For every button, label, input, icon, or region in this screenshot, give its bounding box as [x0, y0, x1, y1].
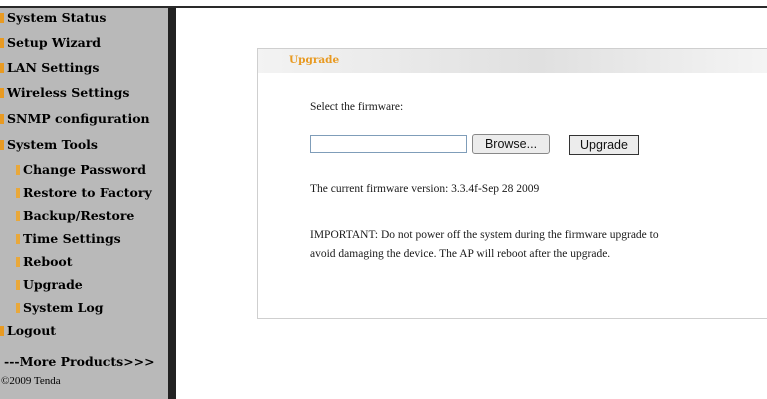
important-notice-line-2: avoid damaging the device. The AP will r… [310, 248, 611, 260]
sidebar-item-label: Backup/Restore [23, 208, 135, 223]
firmware-version-text: The current firmware version: 3.3.4f-Sep… [310, 183, 540, 195]
more-products-link[interactable]: ---More Products>>> [4, 354, 155, 369]
sidebar-item-system-tools[interactable]: System Tools [0, 137, 98, 153]
sidebar-item-time-settings[interactable]: Time Settings [16, 231, 121, 247]
bullet-icon [16, 187, 20, 198]
sidebar-item-system-log[interactable]: System Log [16, 300, 104, 316]
sidebar-item-label: Change Password [23, 162, 146, 177]
sidebar-item-change-password[interactable]: Change Password [16, 162, 146, 178]
upgrade-panel: Upgrade Select the firmware: Browse... U… [257, 48, 767, 319]
bullet-icon [16, 302, 20, 313]
sidebar-item-label: System Log [23, 300, 104, 315]
select-firmware-label: Select the firmware: [310, 101, 404, 113]
bullet-icon [0, 325, 4, 336]
sidebar-item-upgrade[interactable]: Upgrade [16, 277, 83, 293]
sidebar-item-wireless-settings[interactable]: Wireless Settings [0, 85, 129, 101]
sidebar-divider [168, 8, 176, 399]
copyright: ©2009 Tenda [1, 375, 61, 387]
upgrade-button[interactable]: Upgrade [569, 135, 639, 155]
sidebar-item-label: System Status [7, 10, 107, 25]
sidebar-item-label: Restore to Factory [23, 185, 152, 200]
sidebar-item-label: System Tools [7, 137, 98, 152]
sidebar-item-system-status[interactable]: System Status [0, 10, 106, 26]
sidebar-item-reboot[interactable]: Reboot [16, 254, 73, 270]
sidebar: System Status Setup Wizard LAN Settings Wir… [0, 8, 168, 399]
bullet-icon [16, 256, 20, 267]
browse-button[interactable]: Browse... [472, 134, 550, 154]
sidebar-item-lan-settings[interactable]: LAN Settings [0, 60, 99, 76]
panel-title: Upgrade [289, 54, 340, 66]
bullet-icon [16, 279, 20, 290]
sidebar-item-label: Upgrade [23, 277, 83, 292]
bullet-icon [0, 37, 4, 48]
sidebar-item-snmp-configuration[interactable]: SNMP configuration [0, 111, 150, 127]
sidebar-item-label: LAN Settings [7, 60, 100, 75]
bullet-icon [0, 139, 4, 150]
sidebar-item-label: Setup Wizard [7, 35, 102, 50]
bullet-icon [16, 210, 20, 221]
important-notice-line-1: IMPORTANT: Do not power off the system d… [310, 229, 659, 241]
bullet-icon [16, 233, 20, 244]
sidebar-item-setup-wizard[interactable]: Setup Wizard [0, 35, 101, 51]
bullet-icon [16, 164, 20, 175]
sidebar-item-label: SNMP configuration [7, 111, 150, 126]
panel-header: Upgrade [258, 49, 767, 73]
sidebar-item-logout[interactable]: Logout [0, 323, 56, 339]
sidebar-item-label: Wireless Settings [7, 85, 130, 100]
firmware-file-input[interactable] [310, 135, 467, 153]
bullet-icon [0, 113, 4, 124]
bullet-icon [0, 87, 4, 98]
bullet-icon [0, 12, 4, 23]
sidebar-item-label: Reboot [23, 254, 73, 269]
sidebar-item-restore-to-factory[interactable]: Restore to Factory [16, 185, 152, 201]
sidebar-item-label: Time Settings [23, 231, 121, 246]
sidebar-item-backup-restore[interactable]: Backup/Restore [16, 208, 134, 224]
bullet-icon [0, 62, 4, 73]
sidebar-item-label: Logout [7, 323, 57, 338]
